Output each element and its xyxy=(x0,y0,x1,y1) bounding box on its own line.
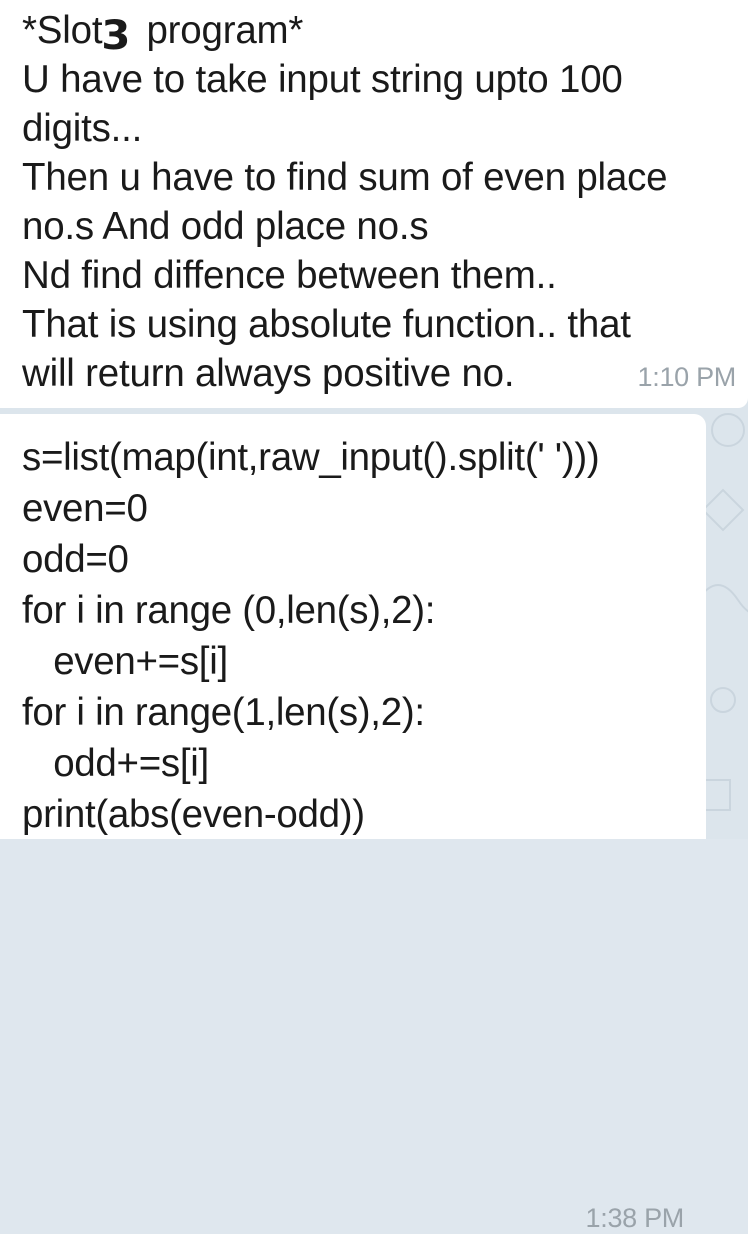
message-text-line: Nd find diffence between them.. xyxy=(22,254,557,297)
message-timestamp: 1:10 PM xyxy=(637,362,737,392)
message-text-line: no.s And odd place no.s xyxy=(22,205,429,248)
message-text-line: That is using absolute function.. that xyxy=(22,303,631,346)
code-line: even+=s[i] xyxy=(22,640,228,683)
code-line: print(abs(even-odd)) xyxy=(22,793,365,836)
message-title: *Slot 3 program* xyxy=(22,6,748,59)
title-suffix: program* xyxy=(135,9,304,52)
message-bubble-code[interactable]: s=list(map(int,raw_input().split(' '))) … xyxy=(0,414,706,1233)
title-prefix: *Slot xyxy=(22,9,103,52)
message-text-line: U have to take input string upto 100 xyxy=(22,58,623,101)
code-line: even=0 xyxy=(22,487,148,530)
code-line: s=list(map(int,raw_input().split(' '))) xyxy=(22,436,600,479)
message-bubble-incoming[interactable]: *Slot 3 program* U have to take input st… xyxy=(0,0,748,408)
code-line: odd=0 xyxy=(22,538,129,581)
message-text-line: Then u have to find sum of even place xyxy=(22,156,668,199)
code-line: for i in range(1,len(s),2): xyxy=(22,691,425,734)
message-text-line: digits... xyxy=(22,107,143,150)
code-line: for i in range (0,len(s),2): xyxy=(22,589,436,632)
code-line: odd+=s[i] xyxy=(22,742,209,785)
handwritten-digit: 3 xyxy=(101,13,131,59)
message-timestamp: 1:38 PM xyxy=(585,1203,685,1233)
